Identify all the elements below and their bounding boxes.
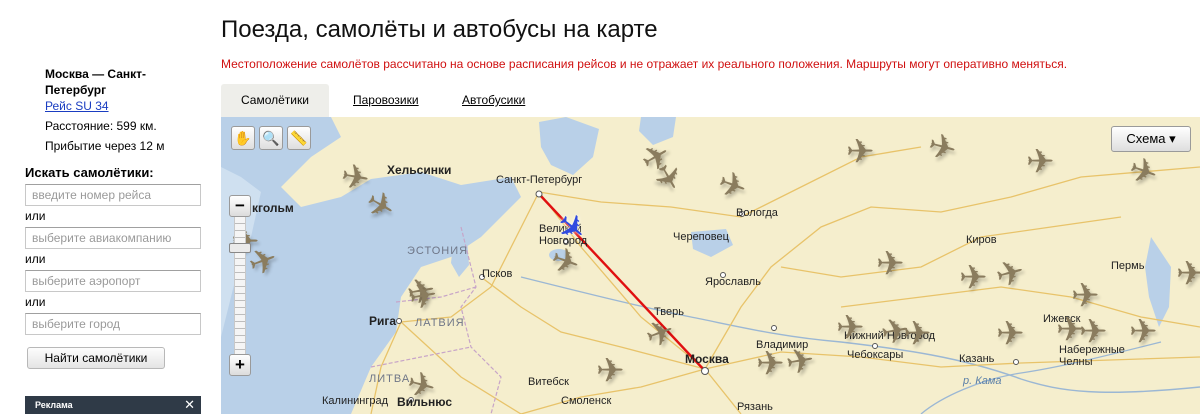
- magnifier-icon[interactable]: 🔍: [259, 126, 283, 150]
- zoom-control: − +: [229, 195, 251, 379]
- flight-info-card: Москва — Санкт-Петербург Рейс SU 34 Расс…: [45, 66, 195, 154]
- city-label: Вологда: [736, 207, 778, 219]
- plane-icon[interactable]: ✈: [1071, 279, 1100, 313]
- plane-icon[interactable]: ✈: [903, 317, 932, 351]
- close-icon[interactable]: ✕: [184, 397, 195, 413]
- plane-icon[interactable]: ✈: [756, 347, 785, 381]
- plane-icon[interactable]: ✈: [1079, 315, 1108, 349]
- region-label: ЛАТВИЯ: [415, 317, 465, 329]
- kama-river: [920, 341, 1162, 414]
- page-title: Поезда, самолёты и автобусы на карте: [221, 16, 658, 43]
- plane-icon[interactable]: ✈: [596, 354, 625, 388]
- plane-icon[interactable]: ✈: [846, 135, 875, 169]
- flight-number-link[interactable]: Рейс SU 34: [45, 98, 195, 114]
- plane-search-form: Искать самолётики: или или или Найти сам…: [25, 165, 201, 369]
- map-toolbar: ✋ 🔍 📏: [231, 126, 311, 150]
- river-label: р. Кама: [963, 375, 1002, 387]
- city-label: Хельсинки: [387, 163, 452, 177]
- transport-tabs: Самолётики Паровозики Автобусики: [221, 84, 1200, 117]
- ruler-icon[interactable]: 📏: [287, 126, 311, 150]
- plane-icon[interactable]: ✈: [338, 157, 373, 199]
- plane-icon[interactable]: ✈: [876, 247, 905, 281]
- plane-icon[interactable]: ✈: [996, 317, 1025, 351]
- tab-trains[interactable]: Паровозики: [353, 84, 419, 117]
- city-label: кгольм: [252, 201, 294, 215]
- lake-ladoga: [539, 117, 599, 175]
- or-label: или: [25, 295, 46, 309]
- plane-icon[interactable]: ✈: [783, 341, 818, 383]
- city-label: Калининград: [322, 395, 389, 407]
- flight-distance: Расстояние: 599 км.: [45, 119, 157, 133]
- or-label: или: [25, 209, 46, 223]
- city-label: Пермь: [1111, 260, 1145, 272]
- zoom-slider-handle[interactable]: [229, 243, 251, 253]
- flight-number-input[interactable]: [25, 184, 201, 206]
- city-input[interactable]: [25, 313, 201, 335]
- plane-icon[interactable]: ✈: [1129, 315, 1158, 349]
- zoom-in-button[interactable]: +: [229, 354, 251, 376]
- flight-arrival: Прибытие через 12 м: [45, 139, 165, 153]
- find-planes-button[interactable]: Найти самолётики: [27, 347, 165, 369]
- plane-icon[interactable]: ✈: [1176, 257, 1200, 291]
- city-label: Рига: [369, 314, 397, 328]
- ad-banner[interactable]: Реклама ✕: [25, 396, 201, 414]
- tab-buses[interactable]: Автобусики: [462, 84, 525, 117]
- airline-input[interactable]: [25, 227, 201, 249]
- city-label: Казань: [959, 353, 995, 365]
- hand-icon[interactable]: ✋: [231, 126, 255, 150]
- airport-input[interactable]: [25, 270, 201, 292]
- city-label: Псков: [482, 268, 513, 280]
- city-label: Санкт-Петербург: [496, 174, 583, 186]
- flight-route: Москва — Санкт-Петербург: [45, 67, 147, 97]
- city-label: Витебск: [528, 376, 569, 388]
- city-label: Рязань: [737, 401, 773, 413]
- region-label: ЛИТВА: [369, 373, 411, 385]
- or-label: или: [25, 252, 46, 266]
- plane-icon[interactable]: ✈: [1026, 145, 1055, 179]
- plane-icon[interactable]: ✈: [959, 261, 988, 295]
- city-label: Смоленск: [561, 395, 612, 407]
- region-label: ЭСТОНИЯ: [407, 245, 469, 257]
- plane-icon[interactable]: ✈: [406, 276, 441, 318]
- city-label: Череповец: [673, 231, 729, 243]
- city-label: Киров: [966, 234, 997, 246]
- sidebar: Москва — Санкт-Петербург Рейс SU 34 Расс…: [0, 0, 210, 414]
- city-label: Ярославль: [705, 276, 761, 288]
- tab-planes[interactable]: Самолётики: [221, 84, 329, 117]
- disclaimer-notice: Местоположение самолётов рассчитано на о…: [221, 57, 1068, 71]
- map-type-dropdown[interactable]: Схема ▾: [1111, 126, 1191, 152]
- zoom-out-button[interactable]: −: [229, 195, 251, 217]
- page: Москва — Санкт-Петербург Рейс SU 34 Расс…: [0, 0, 1200, 414]
- plane-icon[interactable]: ✈: [836, 311, 865, 345]
- search-title: Искать самолётики:: [25, 165, 154, 180]
- city-label: Москва: [685, 352, 729, 366]
- map[interactable]: ЭСТОНИЯ ЛАТВИЯ ЛИТВА Хельсинки кгольм Са…: [221, 117, 1200, 414]
- zoom-slider-track[interactable]: [234, 217, 246, 357]
- ad-label: Реклама: [35, 400, 73, 410]
